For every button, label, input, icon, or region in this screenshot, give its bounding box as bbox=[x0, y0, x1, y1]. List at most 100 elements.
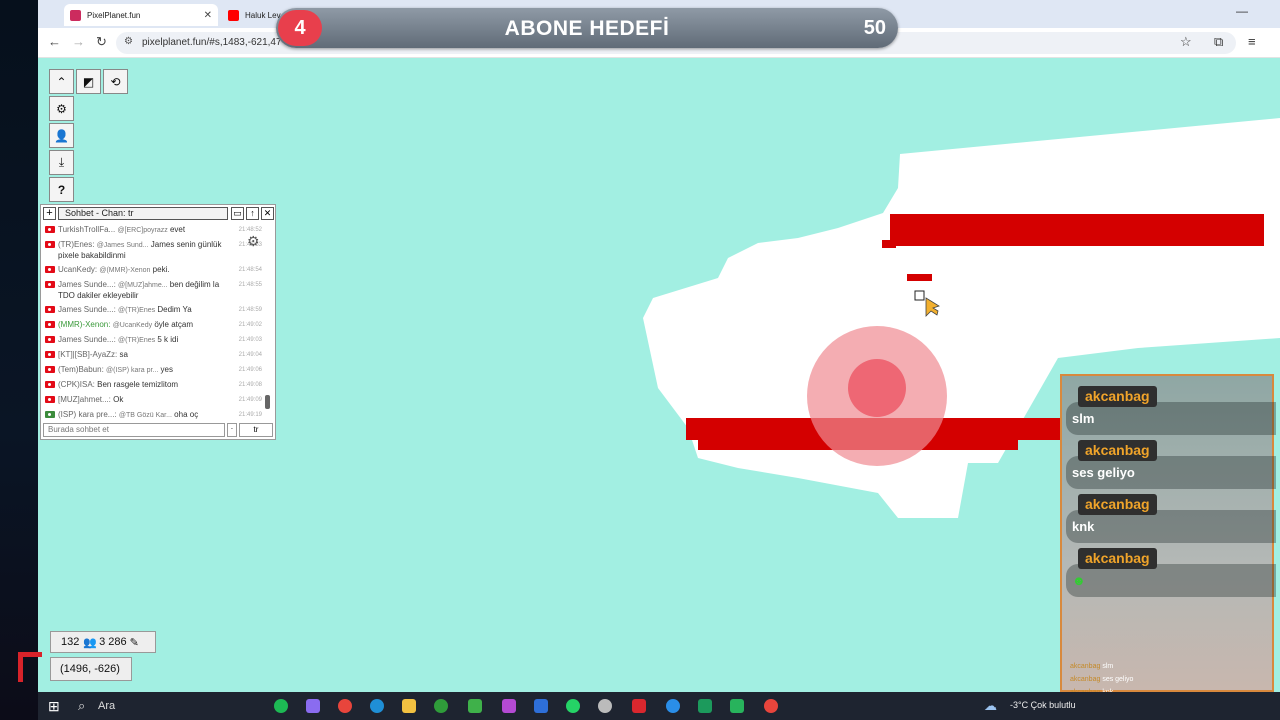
game-icon[interactable] bbox=[468, 699, 482, 713]
excel-icon[interactable] bbox=[698, 699, 712, 713]
chat-message: James Sunde...: @(TR)Enes Dedim Ya 21:48:… bbox=[44, 305, 262, 316]
bookmark-star-icon[interactable]: ☆ bbox=[1180, 34, 1192, 50]
flag-icon bbox=[45, 351, 55, 358]
chat-message: [KT]|[SB]-AyaZz: sa 21:49:04 bbox=[44, 350, 262, 361]
chat-scroll-thumb[interactable] bbox=[265, 395, 270, 409]
close-tab-icon[interactable]: ✕ bbox=[204, 10, 212, 21]
chat-message: UcanKedy: @(MMR)-Xenon peki. 21:48:54 bbox=[44, 265, 262, 276]
chat-channel-title[interactable]: Sohbet - Chan: tr bbox=[58, 207, 228, 220]
chat-language-select[interactable]: tr bbox=[239, 423, 273, 437]
tab-pixelplanet[interactable]: PixelPlanet.fun ✕ bbox=[64, 4, 218, 26]
chat-message-list[interactable]: TurkishTrollFa... @[ERC]poyrazz evet 21:4… bbox=[44, 225, 262, 421]
chat-message: James Sunde...: @(TR)Enes 5 k idi 21:49:0… bbox=[44, 335, 262, 346]
folder-icon[interactable] bbox=[402, 699, 416, 713]
chat-add-channel-button[interactable]: + bbox=[43, 207, 56, 220]
chevron-up-icon: ⌃ bbox=[56, 74, 67, 89]
chat-message: TurkishTrollFa... @[ERC]poyrazz evet 21:4… bbox=[44, 225, 262, 236]
flag-icon bbox=[45, 226, 55, 233]
flag-icon bbox=[45, 411, 55, 418]
app-icon[interactable] bbox=[666, 699, 680, 713]
flag-icon bbox=[45, 381, 55, 388]
emote-icon: ☻ bbox=[1072, 573, 1086, 588]
edge-icon[interactable] bbox=[370, 699, 384, 713]
tab-label: PixelPlanet.fun bbox=[87, 10, 141, 20]
share-button[interactable]: ⟲ bbox=[103, 69, 128, 94]
pencil-icon: ✎ bbox=[129, 636, 139, 649]
user-icon: 👤 bbox=[54, 128, 69, 143]
coordinates-box[interactable]: (1496, -626) bbox=[50, 657, 132, 681]
chat-close-button[interactable]: ✕ bbox=[261, 207, 274, 220]
flag-icon bbox=[45, 396, 55, 403]
taskbar-search[interactable]: Ara bbox=[98, 700, 115, 712]
back-icon[interactable]: ← bbox=[48, 34, 61, 49]
online-counter[interactable]: 132 👥 3 286 ✎ bbox=[50, 631, 156, 653]
click-ripple-inner bbox=[848, 359, 906, 417]
chat-header: + Sohbet - Chan: tr ▭ ↑ ✕ bbox=[43, 207, 274, 221]
goal-target: 50 bbox=[863, 17, 886, 39]
link-icon: ⟲ bbox=[110, 74, 121, 89]
red-stripe-top-edge bbox=[882, 240, 896, 248]
chat-message: James Sunde...: @[MUZ]ahme... ben değili… bbox=[44, 280, 262, 301]
copilot-icon[interactable] bbox=[306, 699, 320, 713]
obs-icon[interactable] bbox=[730, 699, 744, 713]
channel-logo-icon bbox=[18, 652, 42, 682]
chat-input[interactable]: Burada sohbet et bbox=[43, 423, 225, 437]
drop-icon[interactable] bbox=[502, 699, 516, 713]
forward-icon[interactable]: → bbox=[72, 34, 85, 49]
chat-message: (CPK)ISA: Ben rasgele temizlitom 21:49:08 bbox=[44, 380, 262, 391]
chat-window: + Sohbet - Chan: tr ▭ ↑ ✕ TurkishTrollFa… bbox=[40, 204, 276, 440]
reload-icon[interactable]: ↻ bbox=[96, 34, 107, 50]
weather-text: -3°C Çok bulutlu bbox=[1010, 700, 1076, 710]
download-button[interactable]: ⤓ bbox=[49, 150, 74, 175]
stream-chat-user: akcanbag bbox=[1078, 494, 1157, 515]
collapse-menu-button[interactable]: ⌃ bbox=[49, 69, 74, 94]
minimize-icon[interactable]: — bbox=[1236, 4, 1248, 18]
red-dash bbox=[907, 274, 932, 281]
chat-popout-button[interactable]: ▭ bbox=[231, 207, 244, 220]
settings-button[interactable]: ⚙ bbox=[49, 96, 74, 121]
url-text: pixelplanet.fun/#s,1483,-621,47 bbox=[142, 37, 282, 48]
download-icon: ⤓ bbox=[58, 155, 65, 169]
chat-scrollbar[interactable] bbox=[265, 225, 270, 415]
flag-icon bbox=[45, 281, 55, 288]
flag-icon bbox=[45, 321, 55, 328]
chat-maximize-button[interactable]: ↑ bbox=[246, 207, 259, 220]
red-stripe-top bbox=[890, 214, 1264, 246]
pixel-count: 3 286 bbox=[99, 636, 127, 648]
help-button[interactable]: ? bbox=[49, 177, 74, 202]
pixelplanet-favicon-icon bbox=[70, 9, 81, 21]
user-button[interactable]: 👤 bbox=[49, 123, 74, 148]
chat-message: [MUZ]ahmet...: Ok 21:49:09 bbox=[44, 395, 262, 406]
chat-settings-gear-icon[interactable]: ⚙ bbox=[247, 233, 260, 250]
weather-icon: ☁ bbox=[984, 698, 997, 713]
extensions-icon[interactable]: ⧉ bbox=[1214, 34, 1223, 50]
spotify-icon[interactable] bbox=[274, 699, 288, 713]
site-info-icon[interactable]: ⚙ bbox=[124, 36, 133, 47]
flag-icon bbox=[45, 306, 55, 313]
chat-message: (MMR)-Xenon: @UcanKedy öyle atçam 21:49:0… bbox=[44, 320, 262, 331]
windows-start-icon[interactable]: ⊞ bbox=[48, 698, 60, 715]
goal-title: ABONE HEDEFİ bbox=[504, 17, 670, 40]
whatsapp-icon[interactable] bbox=[566, 699, 580, 713]
xbox-icon[interactable] bbox=[434, 699, 448, 713]
gear-icon: ⚙ bbox=[56, 101, 67, 116]
store-icon[interactable] bbox=[534, 699, 548, 713]
search-icon[interactable]: ⌕ bbox=[78, 698, 85, 714]
stream-chat-user: akcanbag bbox=[1078, 440, 1157, 461]
settings-icon[interactable] bbox=[598, 699, 612, 713]
chat-message: (TR)Enes: @James Sund... James senin gün… bbox=[44, 240, 262, 261]
users-icon: 👥 bbox=[83, 636, 98, 649]
chat-emoji-button[interactable]: · bbox=[227, 423, 237, 437]
chrome-active-icon[interactable] bbox=[764, 699, 778, 713]
wps-icon[interactable] bbox=[632, 699, 646, 713]
online-count: 132 bbox=[61, 636, 80, 648]
media-icon[interactable]: ≡ bbox=[1248, 34, 1256, 49]
palette-button[interactable]: ◩ bbox=[76, 69, 101, 94]
stream-chat-user: akcanbag bbox=[1078, 548, 1157, 569]
palette-icon: ◩ bbox=[82, 74, 95, 89]
flag-icon bbox=[45, 266, 55, 273]
stream-chat-overlay: slm akcanbag ses geliyo akcanbag knk akc… bbox=[1060, 374, 1276, 709]
flag-icon bbox=[45, 366, 55, 373]
youtube-favicon-icon bbox=[228, 9, 239, 21]
chrome-icon[interactable] bbox=[338, 699, 352, 713]
